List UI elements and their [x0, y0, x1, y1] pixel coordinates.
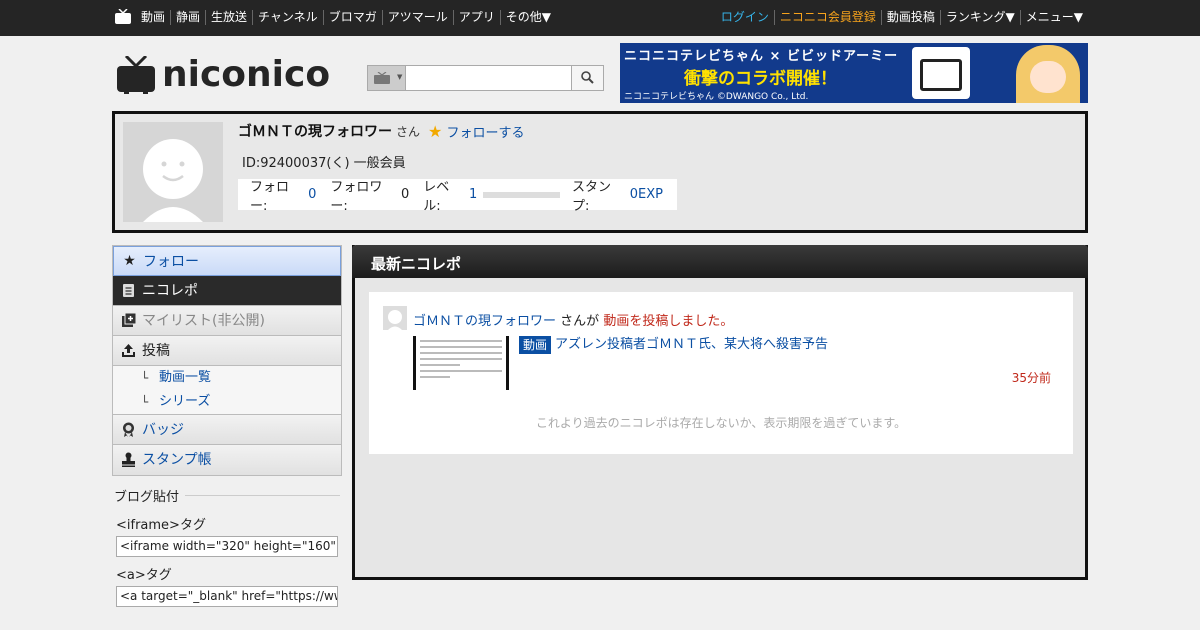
iframe-tag-label: <iframe>タグ — [116, 518, 206, 533]
badge-icon — [123, 422, 134, 437]
upload-icon — [122, 344, 135, 357]
search-button[interactable] — [571, 66, 603, 90]
feed-user-link[interactable]: ゴＭＮＴの現フォロワー — [413, 314, 556, 329]
nav-link-blomaga[interactable]: ブロマガ — [322, 10, 382, 25]
tv-icon — [374, 72, 390, 84]
feed-entry-text: ゴＭＮＴの現フォロワー さんが 動画を投稿しました。 — [413, 310, 733, 329]
star-icon: ★ — [123, 253, 136, 269]
tv-chan-icon — [912, 47, 970, 99]
sidenav-mylist[interactable]: マイリスト(非公開) — [113, 306, 341, 336]
document-icon — [123, 284, 134, 297]
follow-count[interactable]: 0 — [308, 187, 316, 202]
niconico-logo[interactable]: niconico — [162, 53, 330, 97]
sidenav-label: 投稿 — [142, 343, 170, 359]
blog-title-text: ブログ貼付 — [114, 490, 180, 505]
stamp-value[interactable]: 0EXP — [630, 187, 663, 202]
nav-link-channel[interactable]: チャンネル — [252, 10, 323, 25]
sidenav-video-list[interactable]: └ 動画一覧 — [113, 366, 341, 390]
sidenav-label: ニコレポ — [142, 283, 198, 299]
stamp-icon — [122, 452, 135, 467]
video-thumbnail[interactable] — [413, 336, 509, 390]
service-links: 動画 静画 生放送 チャンネル ブロマガ アツマール アプリ その他▼ — [141, 10, 556, 25]
user-id: ID:92400037(く) 一般会員 — [242, 156, 406, 171]
ranking-menu[interactable]: ランキング▼ — [939, 10, 1020, 25]
niconico-logo-icon[interactable] — [116, 56, 156, 94]
sidenav-follow[interactable]: ★ フォロー — [113, 246, 341, 276]
sidenav-nicorepo[interactable]: ニコレポ — [113, 276, 341, 306]
search-box: ▼ — [367, 65, 604, 91]
main-menu[interactable]: メニュー▼ — [1019, 10, 1088, 25]
profile-stats: フォロー: 0 フォロワー: 0 レベル: 1 スタンプ: 0EXP — [238, 179, 677, 214]
user-side-menu: ★ フォロー ニコレポ マイリスト(非公開) 投稿 └ 動画一覧 └ シリーズ … — [112, 245, 342, 476]
nav-link-more[interactable]: その他▼ — [499, 10, 556, 25]
banner-headline: ニコニコテレビちゃん × ビビッドアーミー — [624, 49, 899, 64]
search-icon — [581, 71, 594, 84]
nav-link-app[interactable]: アプリ — [452, 10, 500, 25]
tree-branch-icon: └ — [141, 395, 149, 409]
feed-connector: さんが — [560, 314, 600, 329]
nav-link-seiga[interactable]: 静画 — [170, 10, 205, 25]
niconico-tv-icon[interactable] — [114, 9, 132, 25]
login-link[interactable]: ログイン — [716, 10, 774, 25]
nav-link-video[interactable]: 動画 — [141, 10, 170, 25]
user-profile-card: ゴＭＮＴの現フォロワー さん ★ フォローする ID:92400037(く) 一般… — [112, 111, 1088, 233]
dropdown-arrow-icon: ▼ — [397, 73, 403, 81]
register-link[interactable]: ニコニコ会員登録 — [773, 10, 881, 25]
search-input[interactable] — [407, 66, 572, 90]
character-face — [1030, 61, 1066, 93]
level-label: レベル: — [423, 179, 450, 214]
panel-title: 最新ニコレポ — [371, 255, 462, 273]
banner-tagline: 衝撃のコラボ開催！ — [684, 69, 837, 89]
iframe-tag-field[interactable]: <iframe width="320" height="160" src — [116, 536, 338, 557]
feed-user-avatar[interactable] — [383, 306, 407, 330]
sidenav-upload[interactable]: 投稿 — [113, 336, 341, 366]
feed-action: 動画を投稿しました。 — [603, 314, 734, 329]
stamp-label: スタンプ: — [572, 179, 612, 214]
global-nav-bar: 動画 静画 生放送 チャンネル ブロマガ アツマール アプリ その他▼ ログイン… — [0, 0, 1200, 36]
profile-name: ゴＭＮＴの現フォロワー さん — [238, 121, 420, 141]
honorific: さん — [396, 125, 421, 139]
upload-submenu: └ 動画一覧 └ シリーズ — [113, 366, 341, 415]
sidenav-label: スタンプ帳 — [142, 452, 212, 468]
sidenav-stamp[interactable]: スタンプ帳 — [113, 445, 341, 475]
divider — [185, 495, 340, 496]
sidenav-label: 動画一覧 — [159, 370, 212, 385]
follow-button[interactable]: ★ フォローする — [428, 122, 525, 141]
account-links: ログイン ニコニコ会員登録 動画投稿 ランキング▼ メニュー▼ — [716, 10, 1088, 25]
follow-stat-label: フォロー: — [250, 179, 290, 214]
nav-link-atsumaru[interactable]: アツマール — [381, 10, 453, 25]
blog-embed-section: ブログ貼付 <iframe>タグ <iframe width="320" hei… — [114, 486, 340, 607]
search-type-select[interactable]: ▼ — [368, 66, 406, 90]
ad-banner[interactable]: ニコニコテレビちゃん × ビビッドアーミー 衝撃のコラボ開催！ ニコニコテレビち… — [620, 43, 1088, 103]
banner-copyright: ニコニコテレビちゃん ©DWANGO Co., Ltd. — [624, 92, 809, 102]
upload-video-link[interactable]: 動画投稿 — [880, 10, 940, 25]
a-tag-label: <a>タグ — [116, 568, 172, 583]
level-value[interactable]: 1 — [469, 187, 477, 202]
blog-embed-title: ブログ貼付 — [114, 486, 340, 505]
sidenav-series[interactable]: └ シリーズ — [113, 390, 341, 414]
feed-timestamp[interactable]: 35分前 — [1012, 369, 1051, 386]
tree-branch-icon: └ — [141, 371, 149, 385]
sidenav-label: シリーズ — [159, 394, 211, 409]
add-mylist-icon — [122, 313, 136, 327]
user-name: ゴＭＮＴの現フォロワー — [238, 124, 392, 140]
sidenav-label: マイリスト(非公開) — [142, 313, 265, 329]
nav-link-live[interactable]: 生放送 — [205, 10, 252, 25]
nicorepo-panel: 最新ニコレポ ゴＭＮＴの現フォロワー さんが 動画を投稿しました。 動画 アズレ… — [352, 245, 1088, 580]
follower-stat-label: フォロワー: — [330, 179, 383, 214]
follower-count: 0 — [401, 187, 410, 202]
feed-end-message: これより過去のニコレポは存在しないか、表示期限を過ぎています。 — [535, 416, 907, 430]
sidenav-label: フォロー — [143, 254, 199, 270]
level-progress-bar — [483, 191, 561, 198]
sidenav-badge[interactable]: バッジ — [113, 415, 341, 445]
sidenav-label: バッジ — [142, 422, 184, 438]
nicorepo-feed: ゴＭＮＴの現フォロワー さんが 動画を投稿しました。 動画 アズレン投稿者ゴＭＮ… — [369, 292, 1073, 454]
star-icon: ★ — [428, 122, 443, 141]
panel-header: 最新ニコレポ — [352, 245, 1088, 278]
follow-label: フォローする — [446, 126, 525, 141]
video-type-badge: 動画 — [519, 336, 552, 354]
user-avatar — [123, 122, 223, 222]
video-title-link[interactable]: アズレン投稿者ゴＭＮＴ氏、某大将へ殺害予告 — [555, 336, 828, 354]
a-tag-field[interactable]: <a target="_blank" href="https://www — [116, 586, 338, 607]
